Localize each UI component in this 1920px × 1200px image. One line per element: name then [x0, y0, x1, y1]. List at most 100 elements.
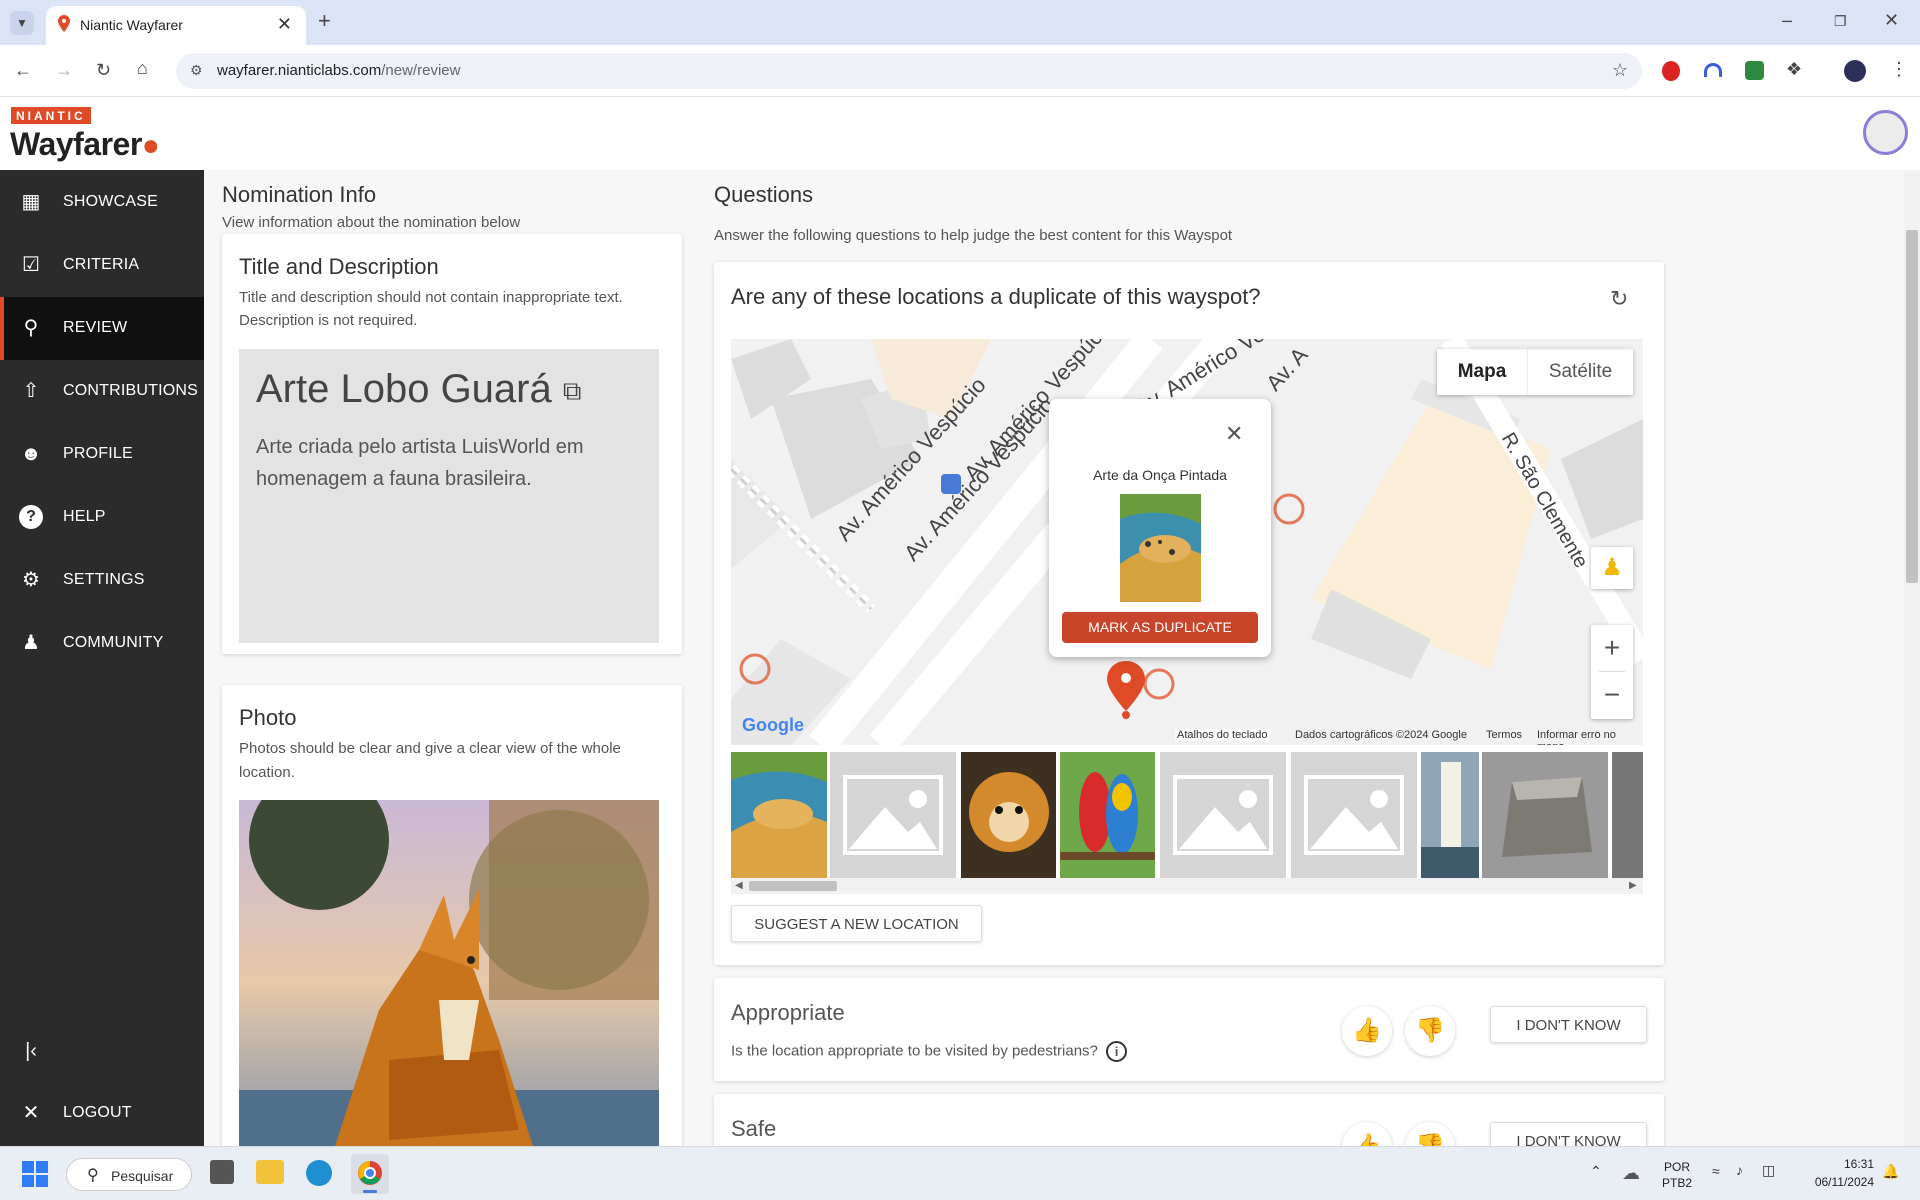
external-link-icon[interactable]: ⧉ — [563, 375, 582, 405]
extension-red-icon[interactable] — [1662, 61, 1680, 81]
sidebar-item-settings[interactable]: ⚙ SETTINGS — [0, 549, 204, 612]
new-tab-icon[interactable]: + — [318, 10, 331, 32]
gear-icon: ⚙ — [22, 569, 40, 591]
battery-icon[interactable]: ◫ — [1762, 1162, 1775, 1179]
show-hidden-icons[interactable]: ⌃ — [1590, 1163, 1602, 1180]
volume-icon[interactable]: ♪ — [1736, 1162, 1743, 1178]
site-info-icon[interactable]: ⚙ — [190, 62, 203, 79]
thumbs-up-icon[interactable]: 👍 — [1342, 1122, 1392, 1146]
extension-blue-icon[interactable] — [1704, 63, 1722, 77]
profile-avatar-icon[interactable] — [1844, 60, 1866, 82]
questions-subtitle: Answer the following questions to help j… — [714, 227, 1233, 244]
refresh-icon[interactable]: ↻ — [1610, 286, 1628, 312]
thumbnail-placeholder[interactable] — [1160, 752, 1286, 878]
suggest-location-button[interactable]: SUGGEST A NEW LOCATION — [731, 905, 982, 942]
nomination-photo[interactable] — [239, 800, 659, 1146]
scroll-right-icon[interactable]: ▶ — [1629, 880, 1637, 891]
reload-icon[interactable]: ↻ — [96, 60, 111, 80]
restore-icon[interactable]: ❐ — [1834, 11, 1847, 31]
thumbnail[interactable] — [731, 752, 827, 878]
nomination-description: Arte criada pelo artista LuisWorld em ho… — [256, 436, 584, 490]
sidebar: ▦ SHOWCASE ☑ CRITERIA ⚲ REVIEW ⇧ CONTRIB… — [0, 170, 204, 1146]
nomination-section-title: Nomination Info — [222, 182, 377, 207]
zoom-in-icon[interactable]: + — [1591, 625, 1633, 671]
onedrive-icon[interactable]: ☁ — [1622, 1163, 1640, 1184]
zoom-out-icon[interactable]: − — [1591, 672, 1633, 718]
wifi-icon[interactable]: ≈ — [1712, 1163, 1720, 1179]
thumbs-up-icon[interactable]: 👍 — [1342, 1006, 1392, 1056]
page-scrollbar-thumb[interactable] — [1906, 230, 1918, 583]
forward-icon[interactable]: → — [55, 60, 73, 80]
notifications-icon[interactable]: 🔔 — [1882, 1163, 1899, 1180]
sidebar-item-showcase[interactable]: ▦ SHOWCASE — [0, 171, 204, 234]
thumbs-down-icon[interactable]: 👎 — [1405, 1122, 1455, 1146]
appropriate-title: Appropriate — [731, 1000, 845, 1025]
file-explorer-icon[interactable] — [256, 1160, 284, 1184]
map-footer-shortcuts[interactable]: Atalhos do teclado — [1175, 729, 1270, 741]
clock[interactable]: 16:31 06/11/2024 — [1794, 1155, 1874, 1191]
thumbnail-placeholder[interactable] — [830, 752, 956, 878]
thumbnail[interactable] — [1060, 752, 1155, 878]
map-footer-report[interactable]: Informar erro no mapa — [1537, 729, 1643, 745]
thumbs-down-icon[interactable]: 👎 — [1405, 1006, 1455, 1056]
language-indicator[interactable]: POR PTB2 — [1662, 1159, 1692, 1191]
mark-as-duplicate-button[interactable]: MARK AS DUPLICATE — [1062, 612, 1258, 643]
map[interactable]: Av. Américo Vespúcio Av. Américo Vespúci… — [731, 339, 1643, 745]
scroll-left-icon[interactable]: ◀ — [735, 880, 743, 891]
address-bar[interactable]: ⚙ wayfarer.nianticlabs.com/new/review ☆ — [176, 53, 1642, 89]
info-icon[interactable]: i — [1106, 1041, 1128, 1062]
candidate-thumbnails — [731, 752, 1643, 878]
user-avatar[interactable] — [1863, 110, 1908, 155]
home-icon[interactable]: ⌂ — [137, 58, 148, 78]
minimize-icon[interactable]: – — [1782, 10, 1792, 30]
browser-tab[interactable]: Niantic Wayfarer ✕ — [46, 6, 306, 45]
thumbnail-placeholder[interactable] — [1291, 752, 1417, 878]
browser-menu-icon[interactable]: ⋮ — [1890, 59, 1908, 79]
map-type-satellite[interactable]: Satélite — [1527, 349, 1633, 395]
thumbnail[interactable] — [1482, 752, 1608, 878]
tab-title: Niantic Wayfarer — [80, 17, 183, 33]
logout-label: LOGOUT — [63, 1104, 132, 1121]
sidebar-item-criteria[interactable]: ☑ CRITERIA — [0, 234, 204, 297]
taskbar-search[interactable]: ⚲ Pesquisar — [66, 1158, 192, 1191]
popup-photo — [1120, 494, 1201, 602]
scrollbar-thumb[interactable] — [749, 881, 837, 891]
tab-list-chevron-icon[interactable]: ▼ — [10, 11, 34, 35]
sidebar-item-help[interactable]: ? HELP — [0, 486, 204, 549]
sidebar-item-review[interactable]: ⚲ REVIEW — [0, 297, 204, 360]
card-hint: Photos should be clear and give a clear … — [239, 740, 621, 781]
windows-start-icon[interactable] — [22, 1161, 48, 1187]
dont-know-button[interactable]: I DON'T KNOW — [1490, 1006, 1647, 1043]
bookmark-star-icon[interactable]: ☆ — [1612, 60, 1628, 81]
collapse-sidebar-button[interactable]: |‹ — [0, 1020, 204, 1083]
window-close-icon[interactable]: ✕ — [1884, 10, 1899, 30]
thumbnail-scrollbar[interactable]: ◀ ▶ — [731, 878, 1643, 894]
edge-icon[interactable] — [306, 1160, 332, 1186]
chrome-taskbar-button[interactable] — [351, 1154, 389, 1194]
extensions-puzzle-icon[interactable]: ❖ — [1786, 59, 1802, 79]
safe-card: Safe 👍 👎 I DON'T KNOW — [714, 1094, 1664, 1146]
extension-green-icon[interactable] — [1745, 61, 1764, 80]
card-hint: Title and description should not contain… — [239, 289, 623, 329]
dont-know-button[interactable]: I DON'T KNOW — [1490, 1122, 1647, 1146]
thumbnail[interactable] — [961, 752, 1056, 878]
back-icon[interactable]: ← — [14, 60, 32, 80]
thumbnail[interactable] — [1612, 752, 1643, 878]
street-view-pegman-icon[interactable]: ♟ — [1591, 547, 1633, 589]
map-type-map[interactable]: Mapa — [1437, 349, 1527, 395]
map-footer-terms[interactable]: Termos — [1486, 729, 1522, 741]
sidebar-item-profile[interactable]: ☻ PROFILE — [0, 423, 204, 486]
person-icon: ☻ — [20, 443, 42, 465]
google-logo: Google — [742, 715, 804, 735]
popup-close-icon[interactable]: ✕ — [1225, 421, 1243, 447]
task-view-icon[interactable] — [210, 1160, 234, 1184]
logout-button[interactable]: ✕ LOGOUT — [0, 1082, 204, 1145]
tab-close-icon[interactable]: ✕ — [277, 14, 292, 35]
wayfarer-logo[interactable]: Wayfarer● — [10, 126, 160, 163]
niantic-logo: NIANTIC — [11, 107, 91, 124]
duplicate-question: Are any of these locations a duplicate o… — [731, 284, 1261, 309]
sidebar-item-contributions[interactable]: ⇧ CONTRIBUTIONS — [0, 360, 204, 423]
app-header: NIANTIC Wayfarer● — [0, 97, 1920, 170]
thumbnail[interactable] — [1421, 752, 1479, 878]
sidebar-item-community[interactable]: ♟ COMMUNITY — [0, 612, 204, 675]
